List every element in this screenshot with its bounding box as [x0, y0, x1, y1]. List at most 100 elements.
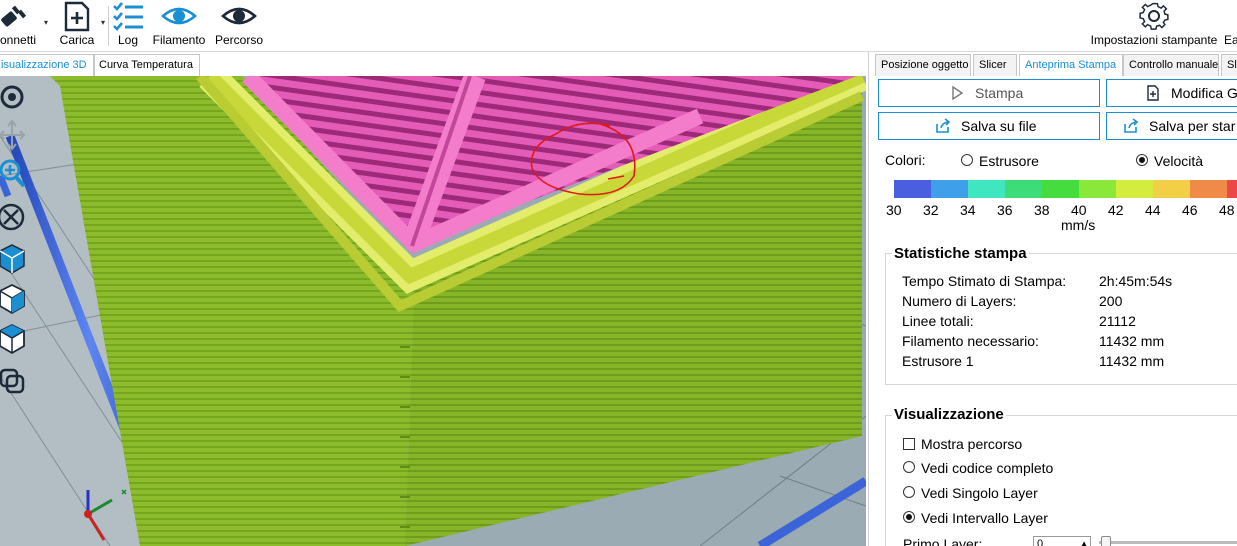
stat-label: Estrusore 1	[902, 353, 974, 369]
save-print-button[interactable]: Salva per star	[1106, 112, 1237, 140]
tab-3d-view[interactable]: isualizzazione 3D	[0, 54, 94, 76]
printer-settings-label: Impostazioni stampante	[1090, 33, 1218, 47]
edit-file-icon	[1147, 85, 1159, 101]
scale-tick-label: 46	[1182, 202, 1198, 218]
fit-view-icon[interactable]	[0, 200, 28, 234]
scale-tick-label: 44	[1145, 202, 1161, 218]
gear-icon	[1139, 2, 1169, 30]
edit-gcode-button[interactable]: Modifica G	[1106, 79, 1237, 107]
slider-handle[interactable]	[1101, 536, 1111, 546]
chevron-down-icon[interactable]: ▾	[44, 18, 48, 27]
extruder-label: Estrusore	[979, 153, 1039, 169]
full-code-label: Vedi codice completo	[921, 460, 1054, 476]
eye-icon	[161, 7, 197, 25]
color-swatch	[931, 180, 969, 198]
extruder-radio[interactable]	[961, 154, 973, 166]
save-file-button[interactable]: Salva su file	[878, 112, 1100, 140]
view-tools	[0, 78, 28, 408]
export-icon	[936, 118, 951, 133]
3d-viewport[interactable]	[0, 76, 866, 546]
extra-button[interactable]: Ea	[1224, 0, 1237, 50]
colors-label: Colori:	[885, 152, 926, 168]
cube-front-icon[interactable]	[0, 282, 28, 316]
extra-label: Ea	[1224, 33, 1237, 47]
scale-tick-label: 30	[886, 202, 902, 218]
load-button[interactable]: Carica	[56, 0, 98, 50]
show-path-checkbox[interactable]	[903, 438, 915, 450]
play-icon	[952, 85, 964, 101]
single-layer-label: Vedi Singolo Layer	[921, 485, 1038, 501]
path-label: Percorso	[214, 33, 264, 47]
stat-value: 11432 mm	[1099, 353, 1165, 369]
stat-value: 2h:45m:54s	[1099, 273, 1173, 289]
tab-temperature-curve[interactable]: Curva Temperatura	[94, 54, 200, 76]
stat-value: 200	[1099, 293, 1123, 309]
stat-label: Linee totali:	[902, 313, 974, 329]
toolbar: onnetti ▾ Carica ▾ Log Filamento Percors…	[0, 0, 1237, 52]
move-icon[interactable]	[0, 118, 28, 152]
tab-more[interactable]: Sl	[1221, 54, 1237, 76]
speed-radio[interactable]	[1136, 154, 1148, 166]
tab-print-preview[interactable]: Anteprima Stampa	[1019, 54, 1123, 76]
toolbar-divider	[108, 6, 109, 46]
stat-value: 11432 mm	[1099, 333, 1165, 349]
filament-label: Filamento	[152, 33, 206, 47]
chevron-down-icon[interactable]: ▾	[101, 18, 105, 27]
scale-tick-label: 38	[1034, 202, 1050, 218]
first-layer-spinner[interactable]: 0 ▲	[1033, 536, 1091, 546]
right-panel: Posizione oggetto Slicer Anteprima Stamp…	[868, 52, 1237, 546]
save-print-label: Salva per star	[1149, 118, 1236, 134]
scale-unit: mm/s	[1061, 217, 1096, 233]
print-button[interactable]: Stampa	[878, 79, 1100, 107]
print-stats-title: Statistiche stampa	[892, 245, 1029, 262]
color-swatch	[1005, 180, 1043, 198]
add-file-icon	[64, 1, 90, 32]
rotate-icon[interactable]	[0, 80, 28, 114]
color-swatch	[968, 180, 1006, 198]
visualization-title: Visualizzazione	[892, 406, 1006, 423]
checklist-icon	[113, 2, 143, 31]
show-path-label: Mostra percorso	[921, 436, 1023, 452]
connect-label: onnetti	[0, 33, 37, 47]
scale-tick-label: 40	[1071, 202, 1087, 218]
layer-range-label: Vedi Intervallo Layer	[921, 510, 1048, 526]
path-button[interactable]: Percorso	[212, 0, 266, 50]
filament-button[interactable]: Filamento	[150, 0, 208, 50]
scale-tick-label: 32	[923, 202, 939, 218]
printer-settings-button[interactable]: Impostazioni stampante	[1086, 0, 1222, 50]
log-label: Log	[117, 33, 139, 47]
app-window: onnetti ▾ Carica ▾ Log Filamento Percors…	[0, 0, 1237, 546]
scale-tick-label: 36	[997, 202, 1013, 218]
color-swatch	[1153, 180, 1191, 198]
zoom-icon[interactable]	[0, 156, 28, 190]
scale-tick-label: 48	[1219, 202, 1235, 218]
single-layer-radio[interactable]	[903, 486, 915, 498]
speed-label: Velocità	[1154, 153, 1204, 169]
spinner-up-icon[interactable]: ▲	[1080, 537, 1088, 546]
color-swatch	[1227, 180, 1237, 198]
stat-value: 21112	[1099, 313, 1136, 329]
color-swatch	[1042, 180, 1080, 198]
print-preview-render	[0, 76, 866, 546]
tab-object-position[interactable]: Posizione oggetto	[875, 54, 971, 76]
edit-gcode-label: Modifica G	[1171, 85, 1237, 101]
color-swatch	[1079, 180, 1117, 198]
cube-iso-icon[interactable]	[0, 242, 28, 276]
load-label: Carica	[59, 33, 95, 47]
first-layer-slider[interactable]	[1099, 536, 1237, 546]
scale-tick-label: 34	[960, 202, 976, 218]
overlap-view-icon[interactable]	[0, 364, 28, 398]
first-layer-label: Primo Layer:	[903, 536, 983, 546]
log-button[interactable]: Log	[110, 0, 146, 50]
color-swatch	[1116, 180, 1154, 198]
connect-button[interactable]: onnetti	[0, 0, 40, 50]
full-code-radio[interactable]	[903, 461, 915, 473]
tab-manual-control[interactable]: Controllo manuale	[1123, 54, 1219, 76]
tab-slicer[interactable]: Slicer	[973, 54, 1017, 76]
cube-side-icon[interactable]	[0, 322, 28, 356]
stat-label: Filamento necessario:	[902, 333, 1039, 349]
stat-label: Numero di Layers:	[902, 293, 1017, 309]
color-swatch	[894, 180, 932, 198]
layer-range-radio[interactable]	[903, 511, 915, 523]
print-label: Stampa	[975, 85, 1024, 101]
